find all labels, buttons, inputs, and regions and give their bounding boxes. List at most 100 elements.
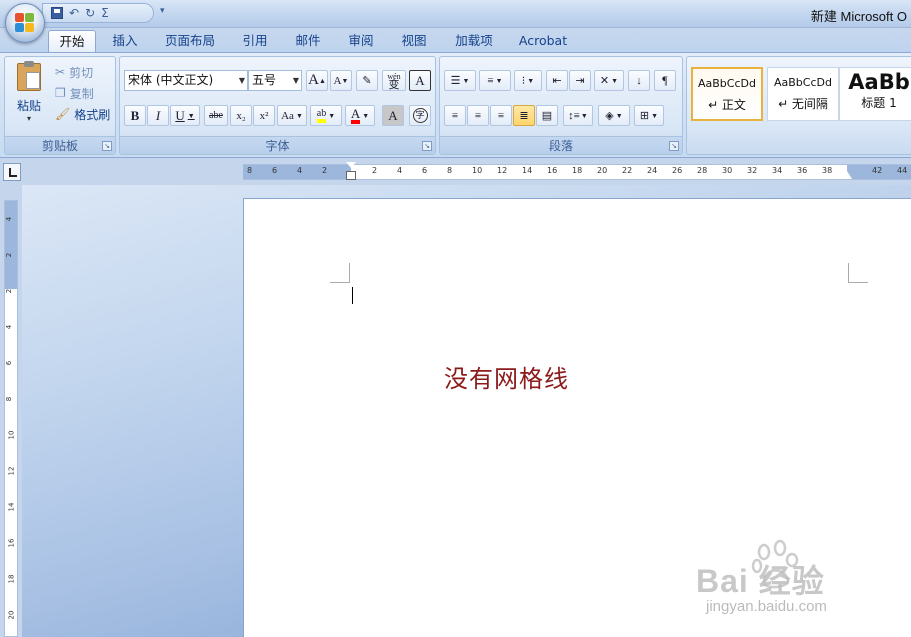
document-text[interactable]: 没有网格线 bbox=[444, 359, 569, 394]
ruler-tick-label: 8 bbox=[247, 166, 253, 175]
line-spacing-icon: ↕≡ bbox=[568, 109, 580, 122]
border-grid-icon: ⊞ bbox=[639, 110, 650, 122]
indent-icon: ⇥ bbox=[575, 75, 585, 87]
customize-qat-icon[interactable]: ▾ bbox=[160, 6, 165, 16]
ruler-tick-label: 18 bbox=[572, 166, 583, 175]
char-border-button[interactable]: A bbox=[409, 70, 431, 91]
clipboard-group-label: 剪贴板 bbox=[5, 136, 115, 154]
horizontal-ruler[interactable]: 8 6 4 2 2 4 6 8 10 12 14 16 18 20 22 24 26 28 30 32 34 36 38 42… bbox=[243, 162, 911, 180]
vertical-ruler-tick-label: 20 bbox=[7, 610, 16, 620]
margin-mark-top-left bbox=[330, 263, 350, 283]
ruler-tick-label: 6 bbox=[272, 166, 278, 175]
paint-bucket-icon: ◈ bbox=[605, 110, 614, 122]
font-color-button[interactable]: A ▼ bbox=[345, 105, 375, 126]
clipboard-launcher-icon[interactable]: ↘ bbox=[102, 141, 112, 151]
bold-button[interactable]: B bbox=[124, 105, 146, 126]
font-launcher-icon[interactable]: ↘ bbox=[422, 141, 432, 151]
paragraph-launcher-icon[interactable]: ↘ bbox=[669, 141, 679, 151]
tab-mailings[interactable]: 邮件 bbox=[287, 30, 329, 52]
ruler-tick-label: 6 bbox=[422, 166, 428, 175]
tab-references[interactable]: 引用 bbox=[234, 30, 276, 52]
scissors-icon: ✂ bbox=[55, 65, 66, 79]
copy-button[interactable]: ❐ 复制 bbox=[55, 84, 94, 102]
sigma-icon[interactable]: Σ bbox=[101, 5, 109, 21]
subscript-button[interactable]: x₂ bbox=[230, 105, 252, 126]
styles-group: AaBbCcDd ↵ 正文 AaBbCcDd ↵ 无间隔 AaBb 标题 1 bbox=[686, 56, 911, 155]
multilevel-list-button[interactable]: ⁝ ▼ bbox=[514, 70, 542, 91]
tab-page-layout[interactable]: 页面布局 bbox=[158, 30, 222, 52]
ruler-tick-label: 32 bbox=[747, 166, 758, 175]
shading-button[interactable]: ◈ ▼ bbox=[598, 105, 630, 126]
window-title: 新建 Microsoft O bbox=[810, 9, 907, 24]
distributed-button[interactable]: ▤ bbox=[536, 105, 558, 126]
style-heading-1[interactable]: AaBb 标题 1 bbox=[839, 67, 911, 121]
vertical-ruler-tick-label: 6 bbox=[5, 360, 14, 366]
ruler-tick-label: 8 bbox=[447, 166, 453, 175]
office-logo-icon bbox=[15, 13, 35, 33]
outdent-icon: ⇤ bbox=[552, 75, 562, 87]
first-line-indent-icon[interactable] bbox=[346, 162, 356, 168]
clipboard-icon bbox=[17, 61, 41, 91]
font-group-label: 字体 bbox=[120, 136, 435, 154]
font-size-combo[interactable]: 五号 ▼ bbox=[248, 70, 302, 91]
style-normal[interactable]: AaBbCcDd ↵ 正文 bbox=[691, 67, 763, 121]
shrink-font-button[interactable]: A ▼ bbox=[330, 70, 352, 91]
vertical-ruler-tick-label: 4 bbox=[5, 324, 14, 330]
vertical-ruler[interactable]: 4 2 2 4 6 8 10 12 14 16 18 20 bbox=[4, 200, 18, 637]
save-icon[interactable] bbox=[51, 7, 63, 19]
vertical-ruler-tick-label: 10 bbox=[7, 430, 16, 440]
bullets-button[interactable]: ☰ ▼ bbox=[444, 70, 476, 91]
office-button[interactable] bbox=[5, 3, 45, 43]
right-indent-icon[interactable] bbox=[842, 171, 852, 179]
phonetic-guide-button[interactable]: wén 变 bbox=[382, 70, 406, 91]
tab-insert[interactable]: 插入 bbox=[104, 30, 146, 52]
vertical-ruler-tick-label: 2 bbox=[5, 288, 14, 294]
tab-home[interactable]: 开始 bbox=[48, 30, 96, 52]
ruler-tick-label: 2 bbox=[372, 166, 378, 175]
hanging-indent-icon[interactable] bbox=[346, 171, 356, 180]
highlight-button[interactable]: ab ▼ bbox=[310, 105, 342, 126]
ruler-tick-label: 36 bbox=[797, 166, 808, 175]
align-center-button[interactable]: ≡ bbox=[467, 105, 489, 126]
tab-review[interactable]: 审阅 bbox=[340, 30, 382, 52]
tab-selector-icon[interactable] bbox=[3, 163, 21, 181]
numbering-button[interactable]: ≡ ▼ bbox=[479, 70, 511, 91]
tab-addins[interactable]: 加载项 bbox=[446, 30, 502, 52]
strikethrough-button[interactable]: abe bbox=[204, 105, 228, 126]
pilcrow-icon: ¶ bbox=[662, 73, 668, 87]
enclose-char-button[interactable]: 字 bbox=[409, 105, 431, 126]
justify-button[interactable]: ≣ bbox=[513, 105, 535, 126]
chinese-layout-button[interactable]: ✕ ▼ bbox=[594, 70, 624, 91]
clear-format-button[interactable]: ✎ bbox=[356, 70, 378, 91]
redo-icon[interactable]: ↻ bbox=[85, 5, 95, 21]
ruler-tick-label: 22 bbox=[622, 166, 633, 175]
highlighter-icon: ab bbox=[316, 108, 327, 123]
ribbon-tabs: 开始 插入 页面布局 引用 邮件 审阅 视图 加载项 Acrobat bbox=[0, 28, 911, 52]
increase-indent-button[interactable]: ⇥ bbox=[569, 70, 591, 91]
line-spacing-button[interactable]: ↕≡ ▼ bbox=[563, 105, 593, 126]
italic-button[interactable]: I bbox=[147, 105, 169, 126]
tab-view[interactable]: 视图 bbox=[393, 30, 435, 52]
sort-button[interactable]: ↓ bbox=[628, 70, 650, 91]
superscript-button[interactable]: x² bbox=[253, 105, 275, 126]
tab-acrobat[interactable]: Acrobat bbox=[512, 30, 574, 52]
align-left-icon: ≡ bbox=[451, 109, 459, 122]
cut-button[interactable]: ✂ 剪切 bbox=[55, 63, 93, 81]
show-marks-button[interactable]: ¶ bbox=[654, 70, 676, 91]
change-case-button[interactable]: Aa ▼ bbox=[277, 105, 307, 126]
font-name-combo[interactable]: 宋体 (中文正文) ▼ bbox=[124, 70, 248, 91]
borders-button[interactable]: ⊞ ▼ bbox=[634, 105, 664, 126]
style-no-spacing[interactable]: AaBbCcDd ↵ 无间隔 bbox=[767, 67, 839, 121]
undo-icon[interactable]: ↶ bbox=[69, 5, 79, 21]
margin-mark-top-right bbox=[848, 263, 868, 283]
char-shading-button[interactable]: A bbox=[382, 105, 404, 126]
underline-button[interactable]: U ▼ bbox=[170, 105, 200, 126]
ruler-tick-label: 44 bbox=[897, 166, 908, 175]
vertical-ruler-tick-label: 18 bbox=[7, 574, 16, 584]
format-painter-button[interactable]: 🖌 格式刷 bbox=[55, 105, 110, 123]
align-left-button[interactable]: ≡ bbox=[444, 105, 466, 126]
paste-button[interactable]: 粘贴 ▾ bbox=[9, 61, 49, 131]
align-right-button[interactable]: ≡ bbox=[490, 105, 512, 126]
grow-font-button[interactable]: A ▲ bbox=[306, 70, 328, 91]
decrease-indent-button[interactable]: ⇤ bbox=[546, 70, 568, 91]
